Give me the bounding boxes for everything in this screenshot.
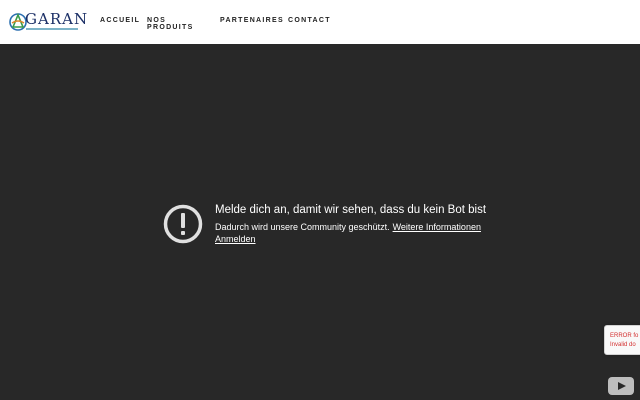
site-header: GARAN ACCUEIL NOS PRODUITS PARTENAIRES C… — [0, 0, 640, 44]
recaptcha-badge[interactable]: ERROR fo Invalid do — [604, 325, 640, 355]
main-nav: ACCUEIL NOS PRODUITS PARTENAIRES CONTACT — [100, 17, 339, 31]
nav-item-accueil[interactable]: ACCUEIL — [100, 17, 139, 31]
message-body-text: Dadurch wird unsere Community geschützt. — [215, 222, 390, 232]
recaptcha-error-line1: ERROR fo — [610, 333, 639, 339]
more-info-link[interactable]: Weitere Informationen — [393, 222, 481, 232]
logo-wordmark: GARAN — [25, 10, 89, 28]
logo-tagline-bar — [26, 28, 78, 30]
site-logo[interactable]: GARAN — [8, 9, 87, 33]
alert-circle-icon — [163, 204, 203, 244]
recaptcha-error-line2: Invalid do — [610, 342, 636, 348]
message-body: Dadurch wird unsere Community geschützt.… — [215, 222, 481, 232]
video-player[interactable]: Melde dich an, damit wir sehen, dass du … — [0, 44, 640, 400]
nav-item-nos-produits[interactable]: NOS PRODUITS — [147, 17, 205, 31]
message-title: Melde dich an, damit wir sehen, dass du … — [215, 204, 487, 216]
youtube-logo-icon[interactable] — [608, 377, 634, 395]
nav-item-partenaires[interactable]: PARTENAIRES — [220, 17, 283, 31]
nav-item-contact[interactable]: CONTACT — [288, 17, 330, 31]
sign-in-link[interactable]: Anmelden — [215, 234, 256, 244]
player-error-message: Melde dich an, damit wir sehen, dass du … — [163, 204, 493, 254]
